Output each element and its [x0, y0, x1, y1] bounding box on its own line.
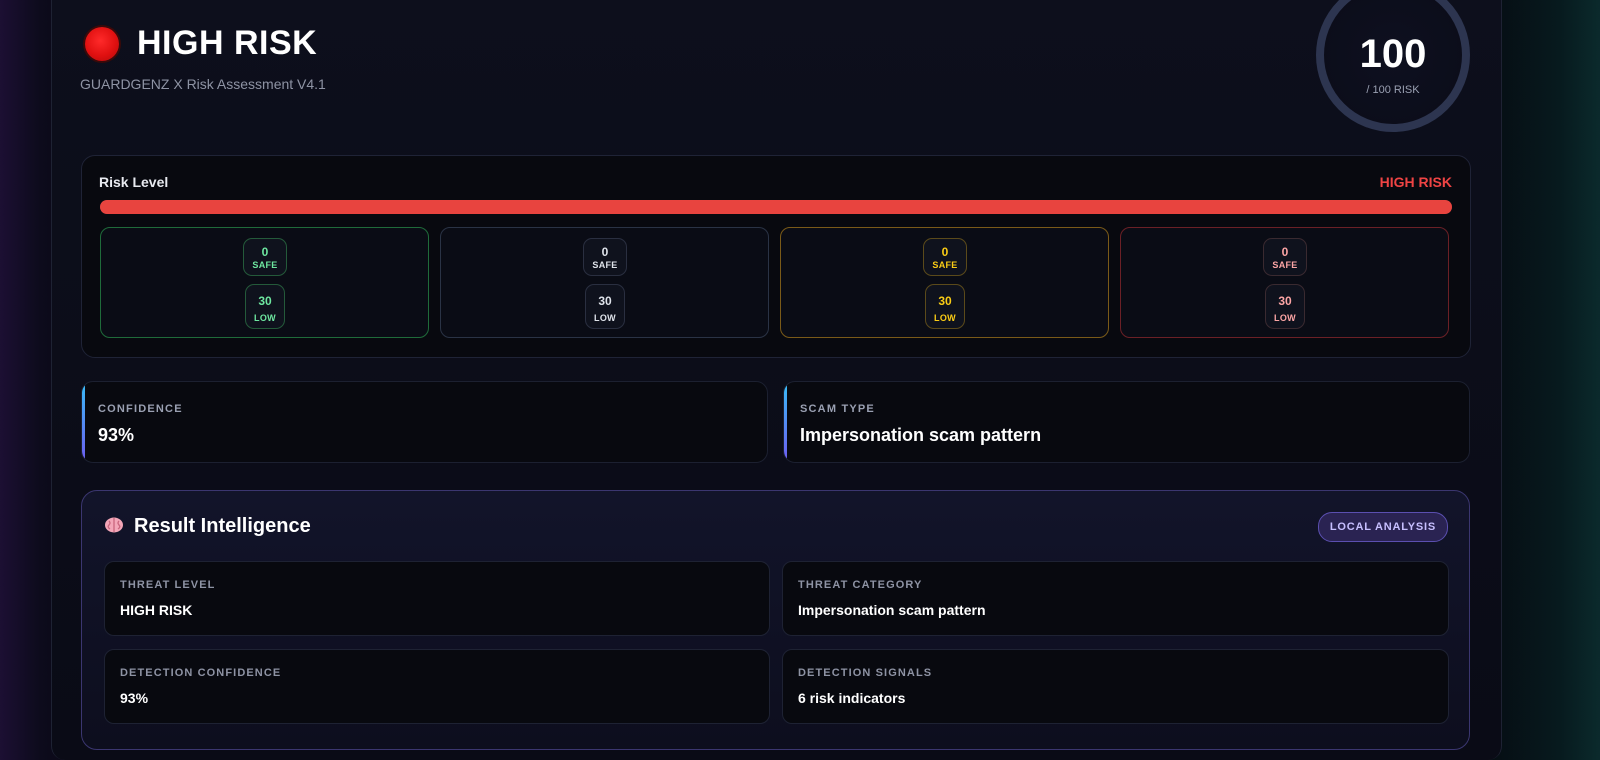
detection-signals-label: DETECTION SIGNALS: [798, 667, 933, 679]
segment-top-label: SAFE: [592, 260, 618, 270]
segment-bottom-value: 30: [258, 294, 272, 308]
segment-top-value: 0: [601, 245, 609, 259]
scam-type-label: SCAM TYPE: [800, 403, 875, 415]
detection-confidence-cell: DETECTION CONFIDENCE 93%: [104, 649, 770, 724]
result-intelligence-title: Result Intelligence: [134, 515, 311, 537]
card-accent-bar: [82, 382, 85, 462]
segment-bottom-label: LOW: [934, 313, 956, 323]
detection-confidence-value: 93%: [120, 690, 149, 706]
segment-bottom-value: 30: [938, 294, 952, 308]
segment-top-value: 0: [1281, 245, 1289, 259]
card-accent-bar: [784, 382, 787, 462]
detection-signals-value: 6 risk indicators: [798, 690, 906, 706]
confidence-label: CONFIDENCE: [98, 403, 183, 415]
segment-top-value: 0: [261, 245, 269, 259]
segment-top-label: SAFE: [1272, 260, 1298, 270]
segment-bottom-value: 30: [1278, 294, 1292, 308]
detection-signals-cell: DETECTION SIGNALS 6 risk indicators: [782, 649, 1449, 724]
segment-top-label: SAFE: [252, 260, 278, 270]
risk-segment-high: 0 SAFE 30 LOW: [1120, 227, 1449, 338]
detection-confidence-label: DETECTION CONFIDENCE: [120, 667, 282, 679]
brain-icon: [105, 517, 123, 533]
local-analysis-badge: LOCAL ANALYSIS: [1317, 512, 1448, 542]
page-subtitle: GUARDGENZ X Risk Assessment V4.1: [80, 76, 326, 92]
risk-level-bar: [100, 200, 1452, 214]
risk-segment-safe: 0 SAFE 30 LOW: [100, 227, 429, 338]
segment-top-pill: 0 SAFE: [923, 238, 967, 276]
segment-bottom-pill: 30 LOW: [585, 284, 625, 329]
scam-type-card: SCAM TYPE Impersonation scam pattern: [783, 381, 1470, 463]
confidence-card: CONFIDENCE 93%: [81, 381, 768, 463]
result-intelligence-panel: Result Intelligence LOCAL ANALYSIS THREA…: [81, 490, 1470, 750]
segment-bottom-label: LOW: [1274, 313, 1296, 323]
segment-bottom-label: LOW: [594, 313, 616, 323]
segment-bottom-value: 30: [598, 294, 612, 308]
threat-category-cell: THREAT CATEGORY Impersonation scam patte…: [782, 561, 1449, 636]
segment-top-pill: 0 SAFE: [243, 238, 287, 276]
segment-bottom-pill: 30 LOW: [1265, 284, 1305, 329]
segment-top-value: 0: [941, 245, 949, 259]
segment-top-label: SAFE: [932, 260, 958, 270]
risk-level-label: Risk Level: [99, 174, 169, 190]
risk-segment-medium: 0 SAFE 30 LOW: [780, 227, 1109, 338]
segment-bottom-pill: 30 LOW: [925, 284, 965, 329]
threat-level-label: THREAT LEVEL: [120, 579, 216, 591]
page-title: HIGH RISK: [137, 24, 318, 62]
threat-category-label: THREAT CATEGORY: [798, 579, 923, 591]
segment-top-pill: 0 SAFE: [583, 238, 627, 276]
scam-type-value: Impersonation scam pattern: [800, 425, 1042, 445]
risk-level-bar-fill: [100, 200, 1452, 214]
confidence-value: 93%: [98, 425, 135, 445]
segment-top-pill: 0 SAFE: [1263, 238, 1307, 276]
segment-bottom-label: LOW: [254, 313, 276, 323]
status-dot-icon: [85, 27, 119, 61]
risk-level-card: Risk Level HIGH RISK 0 SAFE 30 LOW 0 SAF…: [81, 155, 1471, 358]
risk-level-value: HIGH RISK: [1379, 174, 1452, 190]
risk-segment-low: 0 SAFE 30 LOW: [440, 227, 769, 338]
segment-bottom-pill: 30 LOW: [245, 284, 285, 329]
threat-level-cell: THREAT LEVEL HIGH RISK: [104, 561, 770, 636]
risk-score-value: 100: [1359, 32, 1427, 76]
threat-level-value: HIGH RISK: [120, 602, 193, 618]
risk-score-caption: / 100 RISK: [1366, 84, 1420, 96]
threat-category-value: Impersonation scam pattern: [798, 602, 986, 618]
